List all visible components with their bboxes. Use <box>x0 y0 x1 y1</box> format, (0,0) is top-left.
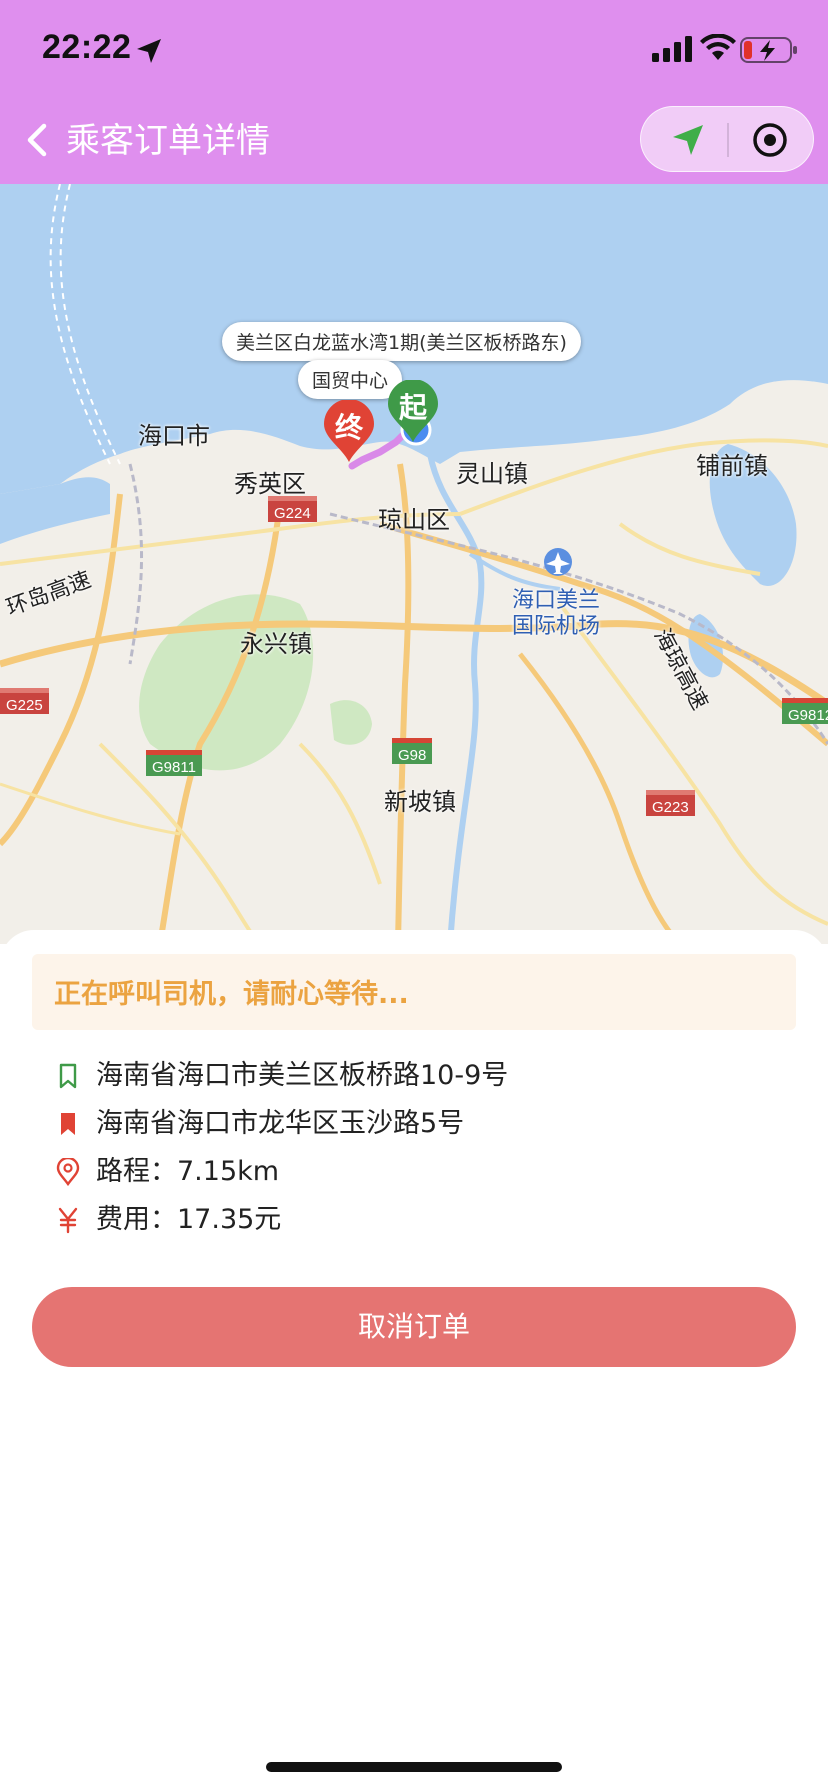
mini-program-capsule <box>640 106 814 172</box>
road-shield-g225: G225 <box>0 688 49 714</box>
start-address-row: 海南省海口市美兰区板桥路10-9号 <box>54 1056 794 1096</box>
map-label-qiongshan: 琼山区 <box>378 506 450 534</box>
cancel-order-button[interactable]: 取消订单 <box>32 1287 796 1367</box>
road-shield-g9811: G9811 <box>146 750 202 776</box>
end-pin[interactable]: 终 <box>322 399 376 464</box>
map-label-xiuying: 秀英区 <box>234 470 306 498</box>
start-address-bubble: 美兰区白龙蓝水湾1期(美兰区板桥路东) <box>222 322 581 361</box>
road-shield-g9812: G9812 <box>782 698 828 724</box>
map-label-airport-2: 国际机场 <box>512 614 601 639</box>
battery-charging-icon <box>740 37 797 63</box>
capsule-divider <box>727 123 729 157</box>
distance-text: 路程：7.15km <box>96 1156 280 1187</box>
fee-text: 费用：17.35元 <box>96 1204 282 1235</box>
map-label-puqian: 铺前镇 <box>696 452 768 480</box>
road-shield-g223: G223 <box>646 790 695 816</box>
end-address-text: 海南省海口市龙华区玉沙路5号 <box>96 1108 465 1139</box>
yen-icon <box>58 1207 78 1234</box>
back-arrow-icon[interactable] <box>22 120 52 160</box>
map-label-haikou: 海口市 <box>138 422 210 450</box>
start-pin-label: 起 <box>398 391 427 424</box>
start-address-text: 海南省海口市美兰区板桥路10-9号 <box>96 1060 509 1091</box>
map-label-lingshan: 灵山镇 <box>456 460 528 488</box>
cellular-signal-icon <box>652 36 692 62</box>
distance-row: 路程：7.15km <box>54 1152 794 1192</box>
road-shield-g224: G224 <box>268 496 317 522</box>
bookmark-filled-icon <box>61 1113 75 1135</box>
start-pin[interactable]: 起 <box>386 379 440 444</box>
bookmark-outline-icon <box>59 1063 77 1089</box>
fee-row: 费用：17.35元 <box>54 1200 794 1240</box>
location-arrow-icon <box>137 39 161 63</box>
wifi-icon <box>700 34 736 60</box>
status-notice: 正在呼叫司机，请耐心等待... <box>32 954 796 1030</box>
status-notice-text: 正在呼叫司机，请耐心等待... <box>54 979 409 1010</box>
end-address-row: 海南省海口市龙华区玉沙路5号 <box>54 1104 794 1144</box>
map-label-xinpo: 新坡镇 <box>384 788 456 816</box>
page-title: 乘客订单详情 <box>66 121 270 161</box>
end-pin-label: 终 <box>334 411 363 444</box>
status-time: 22:22 <box>42 28 132 66</box>
navigation-send-icon[interactable] <box>671 123 705 157</box>
route-map[interactable]: 海口市 秀英区 琼山区 灵山镇 铺前镇 永兴镇 新坡镇 海口美兰 国际机场 环岛… <box>0 184 828 944</box>
map-background <box>0 184 828 944</box>
road-shield-g98: G98 <box>392 738 433 764</box>
map-label-yongxing: 永兴镇 <box>240 630 312 658</box>
home-indicator[interactable] <box>266 1762 562 1772</box>
location-pin-icon <box>56 1158 80 1186</box>
header: 22:22 乘客订单详情 <box>0 0 828 184</box>
close-target-icon[interactable] <box>751 121 789 159</box>
order-sheet: 正在呼叫司机，请耐心等待... 海南省海口市美兰区板桥路10-9号 海南省海口市… <box>0 930 828 1792</box>
